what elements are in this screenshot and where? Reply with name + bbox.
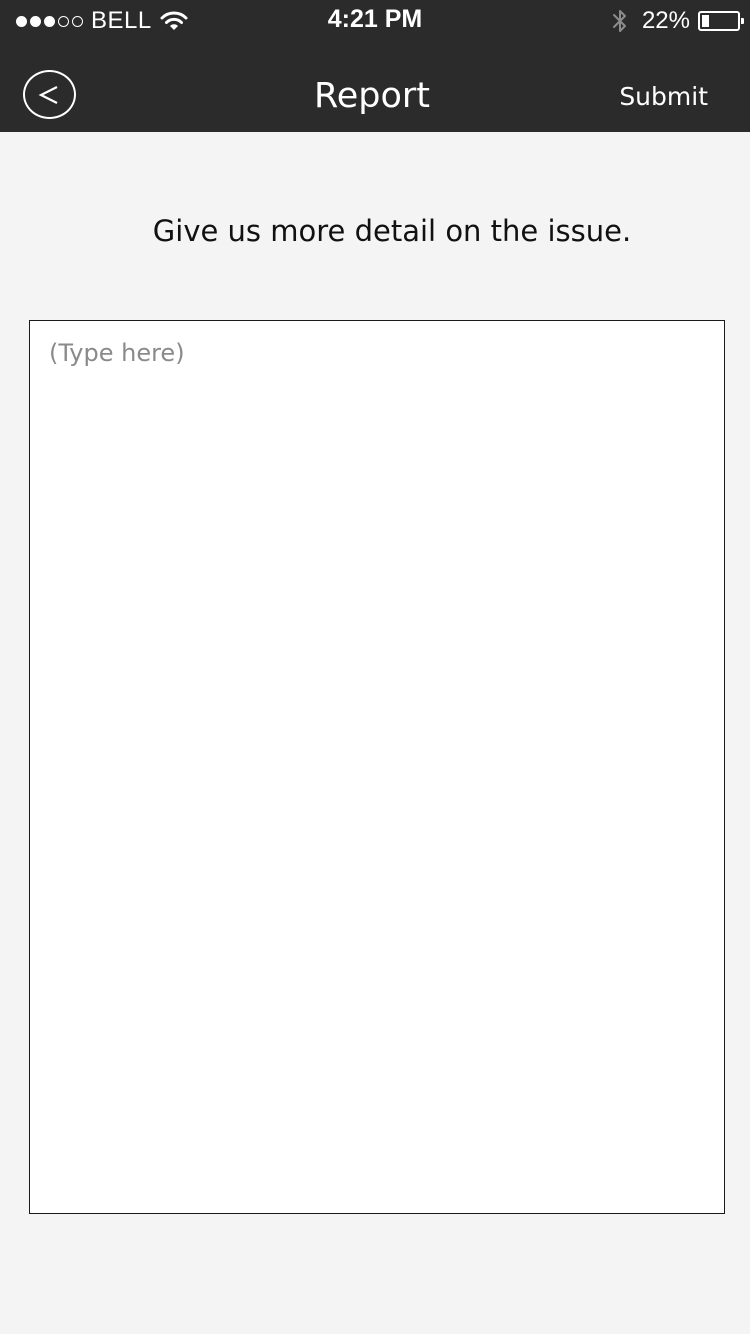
status-bar: BELL 4:21 PM 22% bbox=[0, 0, 750, 40]
battery-cap bbox=[741, 18, 744, 24]
signal-dot bbox=[72, 15, 83, 27]
wifi-icon bbox=[160, 11, 188, 30]
battery-fill bbox=[702, 15, 709, 27]
issue-detail-input[interactable] bbox=[29, 320, 725, 1214]
signal-dots-icon bbox=[16, 15, 83, 27]
top-bar: BELL 4:21 PM 22% Report Submit bbox=[0, 0, 750, 132]
status-left: BELL bbox=[16, 6, 188, 36]
battery-percent: 22% bbox=[641, 7, 690, 34]
battery-icon bbox=[698, 11, 744, 31]
signal-dot bbox=[58, 15, 69, 27]
nav-bar: Report Submit bbox=[0, 62, 750, 132]
signal-dot bbox=[44, 15, 55, 27]
bluetooth-icon bbox=[612, 10, 626, 32]
signal-dot bbox=[30, 15, 41, 27]
status-right: 22% bbox=[612, 6, 744, 36]
detail-prompt: Give us more detail on the issue. bbox=[152, 214, 632, 248]
carrier-name: BELL bbox=[91, 7, 152, 34]
submit-button[interactable]: Submit bbox=[619, 82, 708, 111]
signal-dot bbox=[16, 15, 27, 27]
